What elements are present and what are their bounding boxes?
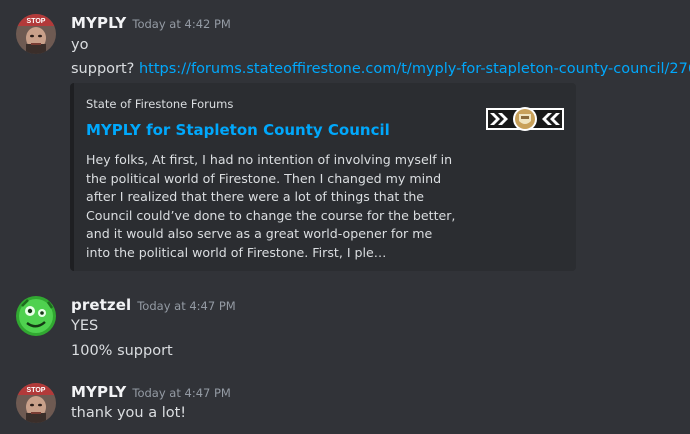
message-text: thank you a lot! bbox=[71, 405, 187, 421]
chat-messages: STOP MYPLY Today at 4:42 PM yo support? h… bbox=[0, 0, 690, 434]
stop-sign-avatar-icon: STOP bbox=[16, 383, 56, 423]
svg-text:STOP: STOP bbox=[27, 387, 46, 394]
user-avatar[interactable]: STOP bbox=[16, 383, 56, 423]
message-group: STOP MYPLY Today at 4:47 PM thank you a l… bbox=[0, 0, 690, 434]
username[interactable]: MYPLY bbox=[71, 383, 126, 401]
message-timestamp: Today at 4:47 PM bbox=[132, 386, 231, 400]
message-header: MYPLY Today at 4:47 PM bbox=[71, 382, 231, 401]
